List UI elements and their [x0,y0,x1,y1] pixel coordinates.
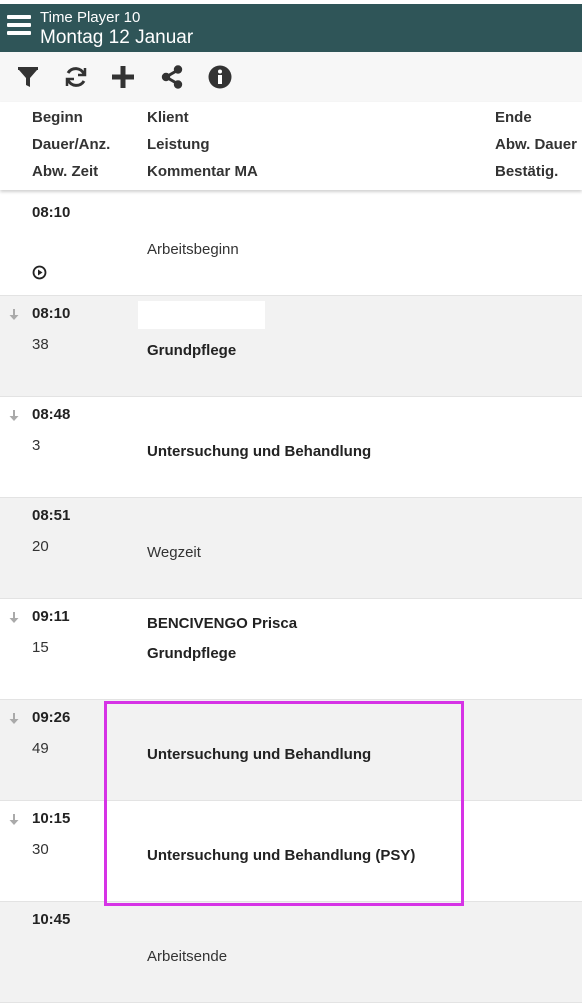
list-item[interactable]: 08:51 20 Wegzeit [0,498,582,599]
app-title: Time Player 10 [40,9,141,26]
app-header: Time Player 10 Montag 12 Januar [0,4,582,52]
arrow-down-icon [8,308,20,322]
entry-duration: 20 [32,538,49,555]
column-beginn: Beginn [32,109,83,126]
play-circle-icon[interactable] [32,265,47,280]
column-klient: Klient [147,109,189,126]
list-item[interactable]: 10:45 Arbeitsende [0,902,582,1003]
entry-service: Untersuchung und Behandlung (PSY) [147,847,416,864]
list-item[interactable]: 08:10 38 Grundpflege [0,296,582,397]
entry-duration: 49 [32,740,49,757]
entry-time: 09:11 [32,608,70,625]
list-item[interactable]: 10:15 30 Untersuchung und Behandlung (PS… [0,801,582,902]
entry-duration: 3 [32,437,41,454]
entry-client: BENCIVENGO Prisca [147,615,298,632]
list-item[interactable]: 09:26 49 Untersuchung und Behandlung [0,700,582,801]
entry-time: 10:45 [32,911,71,928]
entry-service: Wegzeit [147,544,201,561]
add-icon[interactable] [110,64,136,90]
entry-time: 09:26 [32,709,71,726]
info-icon[interactable] [207,64,233,90]
filter-icon[interactable] [15,64,41,90]
redacted-client [138,301,265,329]
arrow-down-icon [8,409,20,423]
entry-service: Grundpflege [147,645,237,662]
share-icon[interactable] [159,64,185,90]
column-header: Beginn Klient Ende Dauer/Anz. Leistung A… [0,102,582,190]
arrow-down-icon [8,712,20,726]
entry-time: 10:15 [32,810,71,827]
entry-service: Arbeitsende [147,948,228,965]
arrow-down-icon [8,813,20,827]
entry-service: Arbeitsbeginn [147,241,239,258]
column-kommentar: Kommentar MA [147,163,258,180]
column-leistung: Leistung [147,136,210,153]
list-item[interactable]: 09:11 BENCIVENGO Prisca 15 Grundpflege [0,599,582,700]
refresh-icon[interactable] [63,64,89,90]
column-ende: Ende [495,109,532,126]
entry-service: Untersuchung und Behandlung [147,746,372,763]
list-item[interactable]: 08:48 3 Untersuchung und Behandlung [0,397,582,498]
entry-duration: 15 [32,639,49,656]
entry-time: 08:48 [32,406,71,423]
entry-time: 08:10 [32,305,71,322]
entry-duration: 30 [32,841,49,858]
arrow-down-icon [8,611,20,625]
entry-duration: 38 [32,336,49,353]
date-title[interactable]: Montag 12 Januar [40,27,193,49]
toolbar [0,52,582,103]
column-abw-zeit: Abw. Zeit [32,163,99,180]
entry-service: Untersuchung und Behandlung [147,443,372,460]
header-edge-icon [577,20,582,34]
entry-time: 08:10 [32,204,71,221]
entry-time: 08:51 [32,507,71,524]
column-dauer: Dauer/Anz. [32,136,111,153]
entry-service: Grundpflege [147,342,237,359]
time-entry-list: 08:10 Arbeitsbeginn 08:10 38 Grundpflege… [0,195,582,1003]
hamburger-menu-icon[interactable] [7,15,31,39]
list-item[interactable]: 08:10 Arbeitsbeginn [0,195,582,296]
column-abw-dauer: Abw. Dauer [495,136,577,153]
column-bestaetig: Bestätig. [495,163,559,180]
